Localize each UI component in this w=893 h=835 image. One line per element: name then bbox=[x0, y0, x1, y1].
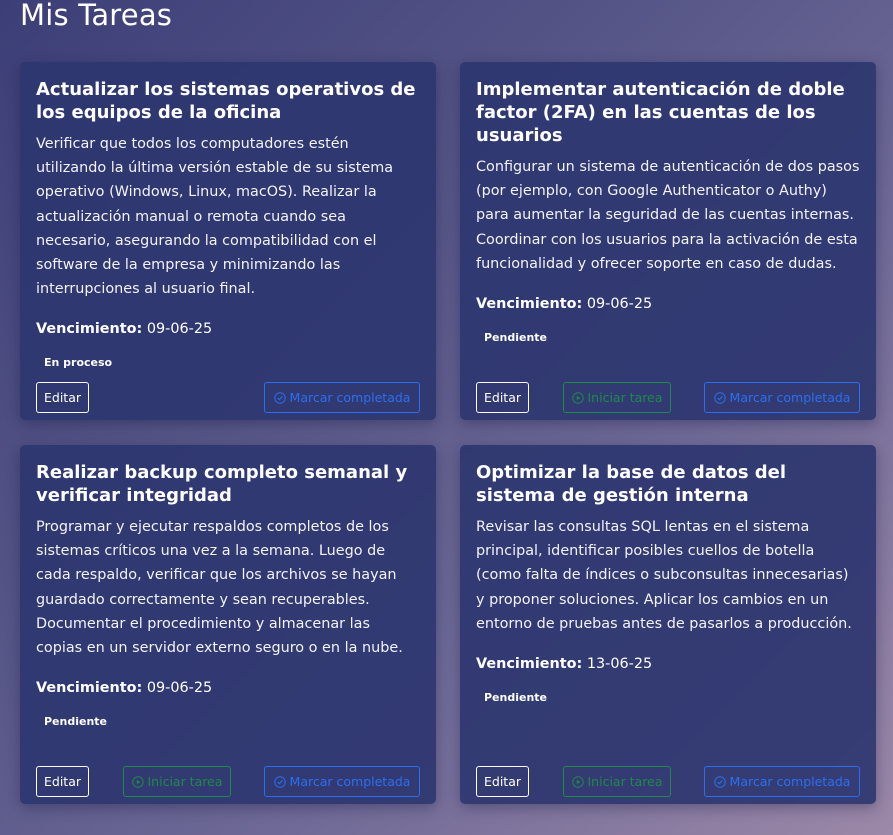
due-label: Vencimiento: bbox=[476, 296, 583, 313]
due-label: Vencimiento: bbox=[36, 680, 143, 697]
mark-complete-button[interactable]: Marcar completada bbox=[264, 382, 420, 413]
play-circle-icon bbox=[571, 391, 584, 404]
mark-complete-button[interactable]: Marcar completada bbox=[704, 382, 860, 413]
task-card: Actualizar los sistemas operativos de lo… bbox=[20, 62, 436, 420]
task-description: Revisar las consultas SQL lentas en el s… bbox=[476, 519, 852, 632]
task-due-date: Vencimiento: 13-06-25 bbox=[476, 654, 860, 674]
task-card: Implementar autenticación de doble facto… bbox=[460, 62, 876, 420]
task-card: Optimizar la base de datos del sistema d… bbox=[460, 445, 876, 804]
due-label: Vencimiento: bbox=[36, 321, 143, 338]
task-description: Configurar un sistema de autenticación d… bbox=[476, 159, 860, 272]
task-description: Programar y ejecutar respaldos completos… bbox=[36, 519, 403, 657]
status-badge: Pendiente bbox=[484, 691, 548, 705]
task-actions: Editar Iniciar tarea Marcar completada bbox=[476, 382, 860, 413]
edit-button-label: Editar bbox=[483, 390, 521, 405]
task-title: Optimizar la base de datos del sistema d… bbox=[476, 462, 787, 506]
due-value: 09-06-25 bbox=[146, 680, 213, 697]
task-card: Realizar backup completo semanal y verif… bbox=[20, 445, 436, 804]
page-title: Mis Tareas bbox=[20, 0, 173, 32]
edit-button-label: Editar bbox=[483, 774, 521, 789]
due-value: 09-06-25 bbox=[146, 321, 213, 338]
mark-complete-label: Marcar completada bbox=[729, 390, 851, 405]
check-circle-icon bbox=[273, 391, 286, 404]
play-circle-icon bbox=[131, 775, 144, 788]
mark-complete-label: Marcar completada bbox=[289, 390, 411, 405]
edit-button[interactable]: Editar bbox=[476, 766, 529, 797]
start-task-label: Iniciar tarea bbox=[587, 774, 663, 789]
task-due-date: Vencimiento: 09-06-25 bbox=[36, 678, 420, 698]
edit-button-label: Editar bbox=[43, 774, 81, 789]
start-task-button[interactable]: Iniciar tarea bbox=[563, 766, 671, 797]
task-actions: Editar Marcar completada bbox=[36, 382, 420, 413]
play-circle-icon bbox=[571, 775, 584, 788]
task-actions: Editar Iniciar tarea Marcar completada bbox=[476, 766, 860, 797]
mark-complete-button[interactable]: Marcar completada bbox=[264, 766, 420, 797]
check-circle-icon bbox=[273, 775, 286, 788]
due-label: Vencimiento: bbox=[476, 656, 583, 673]
status-badge: Pendiente bbox=[484, 331, 548, 345]
status-badge: Pendiente bbox=[44, 715, 108, 729]
status-badge: En proceso bbox=[44, 356, 113, 370]
check-circle-icon bbox=[713, 775, 726, 788]
mark-complete-button[interactable]: Marcar completada bbox=[704, 766, 860, 797]
start-task-label: Iniciar tarea bbox=[587, 390, 663, 405]
start-task-button[interactable]: Iniciar tarea bbox=[123, 766, 231, 797]
task-description: Verificar que todos los computadores est… bbox=[36, 136, 394, 298]
mark-complete-label: Marcar completada bbox=[289, 774, 411, 789]
task-due-date: Vencimiento: 09-06-25 bbox=[476, 294, 860, 314]
start-task-label: Iniciar tarea bbox=[147, 774, 223, 789]
start-task-button[interactable]: Iniciar tarea bbox=[563, 382, 671, 413]
task-due-date: Vencimiento: 09-06-25 bbox=[36, 319, 420, 339]
edit-button[interactable]: Editar bbox=[36, 382, 89, 413]
check-circle-icon bbox=[713, 391, 726, 404]
task-actions: Editar Iniciar tarea Marcar completada bbox=[36, 766, 420, 797]
due-value: 09-06-25 bbox=[586, 296, 653, 313]
edit-button-label: Editar bbox=[43, 390, 81, 405]
edit-button[interactable]: Editar bbox=[476, 382, 529, 413]
mark-complete-label: Marcar completada bbox=[729, 774, 851, 789]
task-title: Actualizar los sistemas operativos de lo… bbox=[36, 79, 416, 123]
task-title: Implementar autenticación de doble facto… bbox=[476, 79, 845, 146]
due-value: 13-06-25 bbox=[586, 656, 653, 673]
edit-button[interactable]: Editar bbox=[36, 766, 89, 797]
task-title: Realizar backup completo semanal y verif… bbox=[36, 462, 408, 506]
